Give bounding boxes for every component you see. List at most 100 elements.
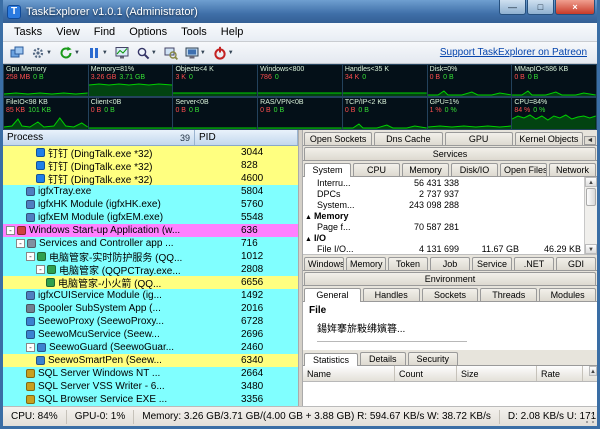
stats-header-rate[interactable]: Rate: [537, 366, 583, 381]
graph-monitor-button[interactable]: [112, 43, 132, 63]
process-row[interactable]: SeewoMcuService (Seew...2696: [3, 328, 298, 341]
tab-network[interactable]: Network: [549, 163, 596, 176]
process-row[interactable]: SeewoProxy (SeewoProxy...6728: [3, 315, 298, 328]
dropdown-arrow-icon[interactable]: ▼: [200, 50, 206, 56]
minimize-button[interactable]: —: [499, 0, 526, 15]
tab-system[interactable]: System: [304, 163, 351, 177]
stats-header-name[interactable]: Name: [303, 366, 395, 381]
process-column-header[interactable]: Process 39: [3, 130, 195, 145]
scroll-down-icon[interactable]: ▼: [585, 244, 597, 254]
title-bar[interactable]: T TaskExplorer v1.0.1 (Administrator) — …: [3, 0, 597, 23]
menu-view[interactable]: View: [49, 24, 87, 40]
tab--net[interactable]: .NET: [514, 257, 554, 270]
graph-panel-ras-vpn-0b[interactable]: RAS/VPN<0B0 B0 B: [258, 97, 343, 130]
graph-panel-gpu-1-[interactable]: GPU=1%1 %0 %: [428, 97, 513, 130]
computer-button[interactable]: ▼: [182, 43, 209, 63]
graph-panel-server-0b[interactable]: Server<0B0 B0 B: [173, 97, 258, 130]
tree-expander-icon[interactable]: -: [16, 239, 25, 248]
menu-tasks[interactable]: Tasks: [7, 24, 49, 40]
dropdown-arrow-icon[interactable]: ▼: [228, 50, 234, 56]
collapse-triangle-icon[interactable]: ▲: [305, 214, 312, 221]
tab-handles[interactable]: Handles: [363, 288, 420, 301]
graph-panel-memory-81-[interactable]: Memory=81%3.26 GB3.71 GB: [89, 64, 174, 97]
graph-panel-tcp-ip-2-kb[interactable]: TCP/IP<2 KB0 B0 B: [343, 97, 428, 130]
process-row[interactable]: SQL Browser Service EXE ...3356: [3, 393, 298, 406]
process-row[interactable]: -电脑管家 (QQPCTray.exe...2808: [3, 263, 298, 276]
tab-threads[interactable]: Threads: [480, 288, 537, 301]
maximize-button[interactable]: □: [527, 0, 554, 15]
tab-windows[interactable]: Windows: [304, 257, 344, 270]
tab-open-sockets[interactable]: Open Sockets: [304, 132, 372, 145]
tab-dns-cache[interactable]: Dns Cache: [374, 132, 442, 145]
tab-kernel-objects[interactable]: Kernel Objects: [515, 132, 583, 145]
tree-expander-icon[interactable]: -: [6, 226, 15, 235]
tree-expander-icon[interactable]: -: [26, 252, 35, 261]
tab-general[interactable]: General: [304, 288, 361, 302]
dropdown-arrow-icon[interactable]: ▼: [74, 50, 80, 56]
tree-expander-icon[interactable]: -: [36, 265, 45, 274]
close-button[interactable]: ×: [555, 0, 595, 15]
tab-disk-io[interactable]: Disk/IO: [451, 163, 498, 176]
graph-panel-client-0b[interactable]: Client<0B0 B0 B: [89, 97, 174, 130]
process-row[interactable]: 钉钉 (DingTalk.exe *32)3044: [3, 146, 298, 159]
system-table-row[interactable]: System...243 098 288: [303, 199, 584, 210]
tab-security[interactable]: Security: [408, 352, 459, 365]
system-table-row[interactable]: Interru...56 431 338: [303, 177, 584, 188]
windows-button[interactable]: [7, 43, 27, 63]
graph-panel-windows-800[interactable]: Windows<8007860: [258, 64, 343, 97]
menu-tools[interactable]: Tools: [174, 24, 214, 40]
system-table-row[interactable]: Page f...70 587 281: [303, 221, 584, 232]
system-table-row[interactable]: File I/O...4 131 69911.67 GB46.29 KB: [303, 243, 584, 254]
stats-header-count[interactable]: Count: [395, 366, 457, 381]
process-row[interactable]: 电脑管家-小火箭 (QQ...6656: [3, 276, 298, 289]
process-row[interactable]: igfxCUIService Module (ig...1492: [3, 289, 298, 302]
process-row[interactable]: -SeewoGuard (SeewoGuar...2460: [3, 341, 298, 354]
system-table-row[interactable]: ▲I/O: [303, 232, 584, 243]
graph-panel-cpu-84-[interactable]: CPU=84%84 %0 %: [512, 97, 597, 130]
process-row[interactable]: -电脑管家-实时防护服务 (QQ...1012: [3, 250, 298, 263]
process-row[interactable]: SQL Server VSS Writer - 6...3480: [3, 380, 298, 393]
menu-options[interactable]: Options: [122, 24, 174, 40]
menu-help[interactable]: Help: [214, 24, 251, 40]
process-row[interactable]: igfxEM Module (igfxEM.exe)5548: [3, 211, 298, 224]
process-row[interactable]: igfxHK Module (igfxHK.exe)5760: [3, 198, 298, 211]
graph-panel-handles-35-k[interactable]: Handles<35 K34 K0: [343, 64, 428, 97]
dropdown-arrow-icon[interactable]: ▼: [102, 50, 108, 56]
collapse-triangle-icon[interactable]: ▲: [305, 236, 312, 243]
tab-statistics[interactable]: Statistics: [304, 353, 358, 366]
graph-panel-objects-4-k[interactable]: Objects<4 K3 K0: [173, 64, 258, 97]
tab-open-files[interactable]: Open Files: [500, 163, 547, 176]
search-button[interactable]: ▼: [133, 43, 160, 63]
tab-modules[interactable]: Modules: [539, 288, 596, 301]
graph-panel-fileio-98-kb[interactable]: FileIO<98 KB85 KB101 KB: [3, 97, 89, 130]
pause-button[interactable]: ▼: [84, 43, 111, 63]
process-row[interactable]: -Services and Controller app ...716: [3, 237, 298, 250]
graph-panel-mmapio-586-kb[interactable]: MMapIO<586 KB0 B0 B: [512, 64, 597, 97]
system-table-row[interactable]: ▲Memory: [303, 210, 584, 221]
pid-column-header[interactable]: PID: [195, 130, 298, 145]
find-window-button[interactable]: [161, 43, 181, 63]
process-row[interactable]: 钉钉 (DingTalk.exe *32)828: [3, 159, 298, 172]
graph-panel-gpu-memory[interactable]: Gpu Memory258 MB0 B: [3, 64, 89, 97]
tab-scroll-left-button[interactable]: ◄: [584, 136, 596, 145]
settings-button[interactable]: ▼: [28, 43, 55, 63]
dropdown-arrow-icon[interactable]: ▼: [151, 50, 157, 56]
menu-find[interactable]: Find: [87, 24, 122, 40]
dropdown-arrow-icon[interactable]: ▼: [46, 50, 52, 56]
tab-cpu[interactable]: CPU: [353, 163, 400, 176]
tab-job[interactable]: Job: [430, 257, 470, 270]
tab-gdi[interactable]: GDI: [556, 257, 596, 270]
refresh-button[interactable]: ▼: [56, 43, 83, 63]
scroll-up-icon[interactable]: ▲: [585, 177, 597, 187]
tab-service[interactable]: Service: [472, 257, 512, 270]
resize-grip[interactable]: [584, 413, 596, 425]
tab-services[interactable]: Services: [304, 147, 596, 160]
tab-memory[interactable]: Memory: [402, 163, 449, 176]
tab-gpu[interactable]: GPU: [445, 132, 513, 145]
tab-details[interactable]: Details: [360, 352, 406, 365]
tab-memory[interactable]: Memory: [346, 257, 386, 270]
tab-sockets[interactable]: Sockets: [422, 288, 479, 301]
tab-token[interactable]: Token: [388, 257, 428, 270]
process-row[interactable]: -Windows Start-up Application (w...636: [3, 224, 298, 237]
system-table-scrollbar[interactable]: ▲ ▼: [584, 177, 597, 254]
